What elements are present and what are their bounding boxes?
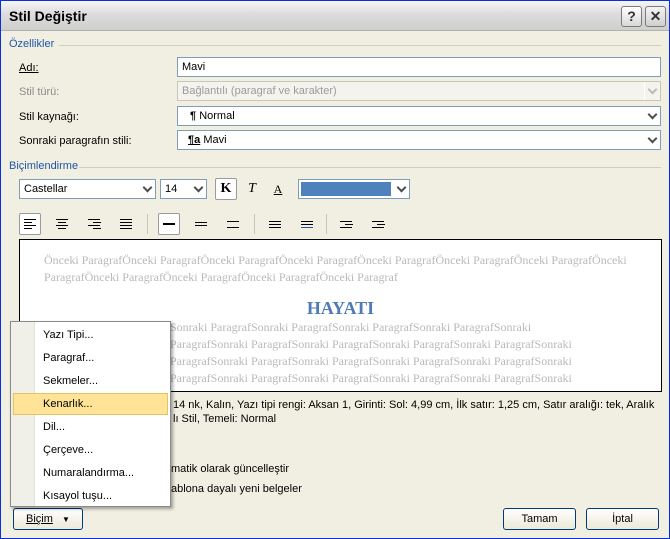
chevron-down-icon[interactable]: [393, 180, 409, 198]
linked-style-icon: ¶a: [188, 134, 201, 146]
ok-button[interactable]: Tamam: [503, 508, 576, 530]
format-button[interactable]: Biçim ▼: [13, 508, 83, 530]
font-size-value: 14: [165, 183, 178, 195]
close-button[interactable]: ✕: [645, 6, 666, 27]
based-on-value: Normal: [199, 110, 235, 122]
justify-icon[interactable]: [115, 213, 137, 235]
next-paragraph-line-4: ParagrafSonraki ParagrafSonraki Paragraf…: [170, 371, 572, 385]
previous-paragraph-text: Önceki ParagrafÖnceki ParagrafÖnceki Par…: [44, 253, 627, 284]
preview-heading: HAYATI: [306, 298, 375, 318]
menu-item-tabs[interactable]: Sekmeler...: [13, 370, 168, 392]
align-center-icon[interactable]: [51, 213, 73, 235]
one-half-spacing-icon[interactable]: [190, 213, 212, 235]
chevron-down-icon[interactable]: [644, 107, 660, 125]
font-value: Castellar: [24, 183, 68, 195]
next-style-select[interactable]: ¶a Mavi: [177, 130, 661, 150]
font-select[interactable]: Castellar: [19, 179, 156, 199]
dropdown-arrow-icon: ▼: [61, 515, 70, 524]
single-spacing-icon[interactable]: [158, 213, 180, 235]
chevron-down-icon: [644, 82, 660, 100]
double-spacing-icon[interactable]: [222, 213, 244, 235]
space-before-icon[interactable]: [264, 213, 286, 235]
align-right-icon[interactable]: [83, 213, 105, 235]
toolbar-divider: [147, 214, 148, 234]
new-documents-option[interactable]: ablona dayalı yeni belgeler: [171, 483, 302, 495]
chevron-down-icon[interactable]: [644, 131, 660, 149]
format-button-label: Biçim: [26, 513, 53, 525]
align-left-icon[interactable]: [19, 213, 41, 235]
decrease-indent-icon[interactable]: [335, 213, 357, 235]
color-swatch: [301, 182, 391, 196]
menu-item-shortcut-key[interactable]: Kısayol tuşu...: [13, 485, 168, 507]
menu-item-border[interactable]: Kenarlık...: [13, 393, 168, 415]
next-style-value: Mavi: [203, 134, 227, 146]
cancel-button[interactable]: İptal: [586, 508, 659, 530]
modify-style-dialog: Stil Değiştir ? ✕ Özellikler Adı: Mavi S…: [0, 0, 670, 539]
style-type-value: Bağlantılı (paragraf ve karakter): [182, 85, 337, 97]
name-input[interactable]: Mavi: [177, 57, 661, 77]
style-type-select: Bağlantılı (paragraf ve karakter): [177, 81, 661, 101]
space-after-icon[interactable]: [296, 213, 318, 235]
formatting-separator: [79, 167, 661, 168]
properties-separator: [59, 45, 661, 46]
next-paragraph-line-2: ParagrafSonraki ParagrafSonraki Paragraf…: [170, 337, 572, 351]
menu-item-language[interactable]: Dil...: [13, 416, 168, 438]
toolbar-divider: [254, 214, 255, 234]
based-on-select[interactable]: ¶ Normal: [177, 106, 661, 126]
underline-button[interactable]: A: [267, 178, 289, 200]
chevron-down-icon[interactable]: [190, 180, 206, 198]
help-button[interactable]: ?: [621, 6, 642, 27]
formatting-section-label: Biçimlendirme: [9, 160, 79, 172]
increase-indent-icon[interactable]: [367, 213, 389, 235]
next-paragraph-line-3: ParagrafSonraki ParagrafSonraki Paragraf…: [170, 354, 572, 368]
paragraph-mark-icon: ¶: [190, 110, 197, 122]
menu-item-numbering[interactable]: Numaralandırma...: [13, 462, 168, 484]
properties-section-label: Özellikler: [9, 38, 55, 50]
menu-item-frame[interactable]: Çerçeve...: [13, 439, 168, 461]
font-size-select[interactable]: 14: [160, 179, 207, 199]
menu-item-paragraph[interactable]: Paragraf...: [13, 347, 168, 369]
based-on-label: Stil kaynağı:: [19, 111, 79, 123]
format-menu: Yazı Tipi... Paragraf... Sekmeler... Ken…: [10, 321, 171, 507]
italic-button[interactable]: T: [241, 178, 263, 200]
toolbar-divider: [326, 214, 327, 234]
dialog-title: Stil Değiştir: [9, 8, 87, 24]
style-type-label: Stil türü:: [19, 86, 60, 98]
next-style-label: Sonraki paragrafın stili:: [19, 135, 132, 147]
name-label: Adı:: [19, 62, 39, 74]
bold-button[interactable]: K: [215, 178, 237, 200]
auto-update-option[interactable]: matik olarak güncelleştir: [171, 463, 289, 475]
menu-item-font[interactable]: Yazı Tipi...: [13, 324, 168, 346]
next-paragraph-line-1: Sonraki ParagrafSonraki ParagrafSonraki …: [170, 320, 532, 334]
title-bar: Stil Değiştir ? ✕: [1, 1, 669, 31]
font-color-select[interactable]: [298, 179, 410, 199]
chevron-down-icon[interactable]: [139, 180, 155, 198]
